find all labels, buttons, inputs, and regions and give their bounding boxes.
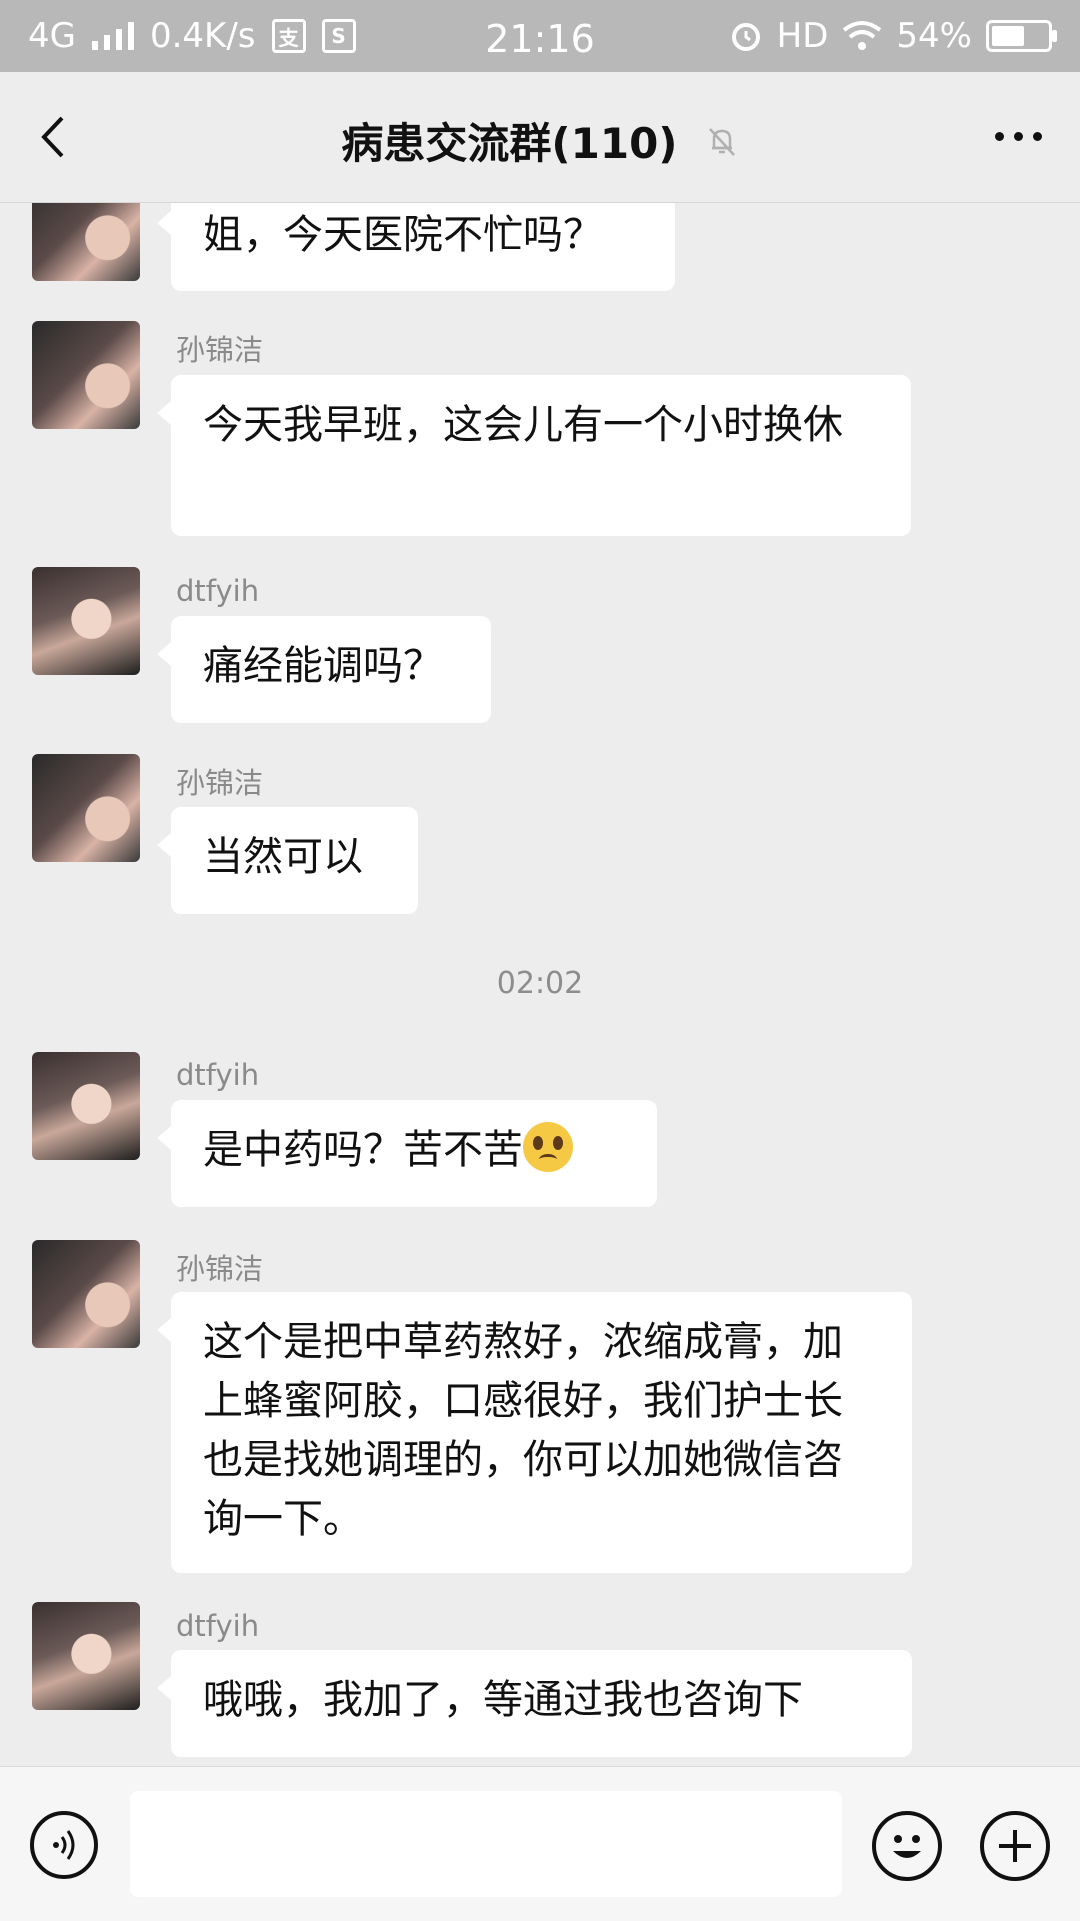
status-bar: 4G 0.4K/s 支 S 21:16 HD 54% [0, 0, 1080, 72]
avatar[interactable] [32, 567, 140, 675]
message-bubble[interactable]: 痛经能调吗？ [157, 616, 491, 723]
status-right: HD 54% [729, 0, 1057, 72]
sender-name: 孙锦洁 [176, 1252, 264, 1286]
message-bubble[interactable]: 哦哦，我加了，等通过我也咨询下 [157, 1650, 912, 1757]
chat-title: 病患交流群(110) [341, 119, 678, 168]
message-input[interactable] [130, 1791, 842, 1897]
avatar[interactable] [32, 203, 140, 281]
avatar[interactable] [32, 1602, 140, 1710]
sender-name: dtfyih [176, 1609, 260, 1643]
message-bubble[interactable]: 是中药吗？苦不苦 [157, 1100, 657, 1207]
input-bar [0, 1766, 1080, 1921]
message-bubble[interactable]: 这个是把中草药熬好，浓缩成膏，加上蜂蜜阿胶，口感很好，我们护士长也是找她调理的，… [157, 1292, 912, 1573]
chat-area[interactable]: 姐，今天医院不忙吗？ 孙锦洁 今天我早班，这会儿有一个小时换休 dtfyih 痛… [0, 203, 1080, 1766]
more-functions-button[interactable] [980, 1811, 1050, 1881]
message-bubble[interactable]: 当然可以 [157, 807, 418, 914]
chat-header: 病患交流群(110) [0, 72, 1080, 203]
sender-name: 孙锦洁 [176, 333, 264, 367]
crying-face-emoji-icon [523, 1122, 573, 1172]
sender-name: dtfyih [176, 1058, 260, 1092]
plus-icon [999, 1830, 1031, 1862]
message-bubble[interactable]: 姐，今天医院不忙吗？ [157, 203, 675, 291]
message-bubble[interactable]: 今天我早班，这会儿有一个小时换休 [157, 375, 911, 536]
wifi-icon [843, 21, 882, 50]
battery-percent: 54% [896, 16, 972, 56]
avatar[interactable] [32, 1240, 140, 1348]
sender-name: 孙锦洁 [176, 766, 264, 800]
smiley-icon [893, 1835, 921, 1858]
message-text: 是中药吗？苦不苦 [203, 1127, 523, 1173]
more-options-button[interactable] [995, 132, 1042, 141]
bell-off-icon [708, 127, 735, 156]
sender-name: dtfyih [176, 574, 260, 608]
avatar[interactable] [32, 1052, 140, 1160]
message-timestamp: 02:02 [496, 966, 584, 1001]
voice-icon [53, 1830, 75, 1860]
title-wrap: 病患交流群(110) [0, 110, 1080, 171]
avatar[interactable] [32, 754, 140, 862]
hd-label: HD [776, 16, 829, 56]
voice-button[interactable] [30, 1811, 98, 1879]
battery-icon [986, 20, 1057, 52]
emoji-button[interactable] [872, 1811, 942, 1881]
alarm-icon [731, 23, 760, 51]
avatar[interactable] [32, 321, 140, 429]
